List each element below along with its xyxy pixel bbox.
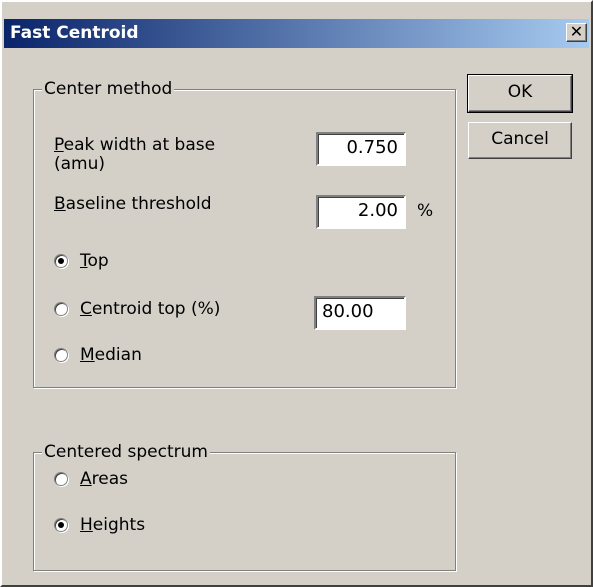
peak-width-label: Peak width at base: [54, 136, 215, 155]
radio-top-label[interactable]: Top: [80, 252, 109, 271]
close-button[interactable]: ✕: [566, 23, 587, 42]
cancel-button[interactable]: Cancel: [468, 122, 572, 159]
fast-centroid-dialog: Fast Centroid ✕ Center method Peak width…: [0, 0, 593, 587]
heights-label-text: eights: [92, 515, 146, 535]
ok-button[interactable]: OK: [467, 74, 573, 113]
baseline-threshold-label: Baseline threshold: [54, 195, 212, 214]
peak-width-label-text: eak width at base: [63, 135, 216, 155]
centered-spectrum-legend: Centered spectrum: [42, 442, 210, 462]
radio-areas[interactable]: [54, 472, 68, 486]
radio-centroid-top[interactable]: [54, 302, 68, 316]
areas-label-text: reas: [91, 469, 128, 489]
radio-heights[interactable]: [54, 518, 68, 532]
baseline-threshold-input[interactable]: 2.00: [316, 195, 406, 229]
top-mnemonic: T: [80, 251, 88, 271]
heights-mnemonic: H: [80, 515, 93, 535]
radio-areas-label[interactable]: Areas: [80, 470, 128, 489]
peak-width-input[interactable]: 0.750: [316, 132, 406, 166]
center-method-legend: Center method: [42, 79, 175, 99]
median-mnemonic: M: [80, 345, 95, 365]
radio-median[interactable]: [54, 348, 68, 362]
peak-width-unit-label: (amu): [54, 154, 106, 174]
window-title: Fast Centroid: [10, 23, 139, 43]
baseline-label-text: aseline threshold: [65, 194, 212, 214]
baseline-mnemonic: B: [54, 194, 66, 214]
areas-mnemonic: A: [80, 469, 92, 489]
median-label-text: edian: [94, 345, 142, 365]
radio-top[interactable]: [54, 254, 68, 268]
window-frame-top: [4, 4, 589, 19]
radio-heights-label[interactable]: Heights: [80, 516, 145, 535]
close-icon: ✕: [569, 22, 584, 41]
radio-median-label[interactable]: Median: [80, 346, 142, 365]
centroid-mnemonic: C: [80, 299, 92, 319]
top-label-text: op: [87, 251, 109, 271]
title-bar[interactable]: Fast Centroid ✕: [4, 19, 589, 48]
baseline-percent-unit: %: [417, 201, 434, 221]
centroid-top-input[interactable]: 80.00: [314, 296, 406, 330]
radio-centroid-top-label[interactable]: Centroid top (%): [80, 300, 220, 319]
peak-width-mnemonic: P: [54, 135, 64, 155]
centroid-label-text: entroid top (%): [91, 299, 221, 319]
